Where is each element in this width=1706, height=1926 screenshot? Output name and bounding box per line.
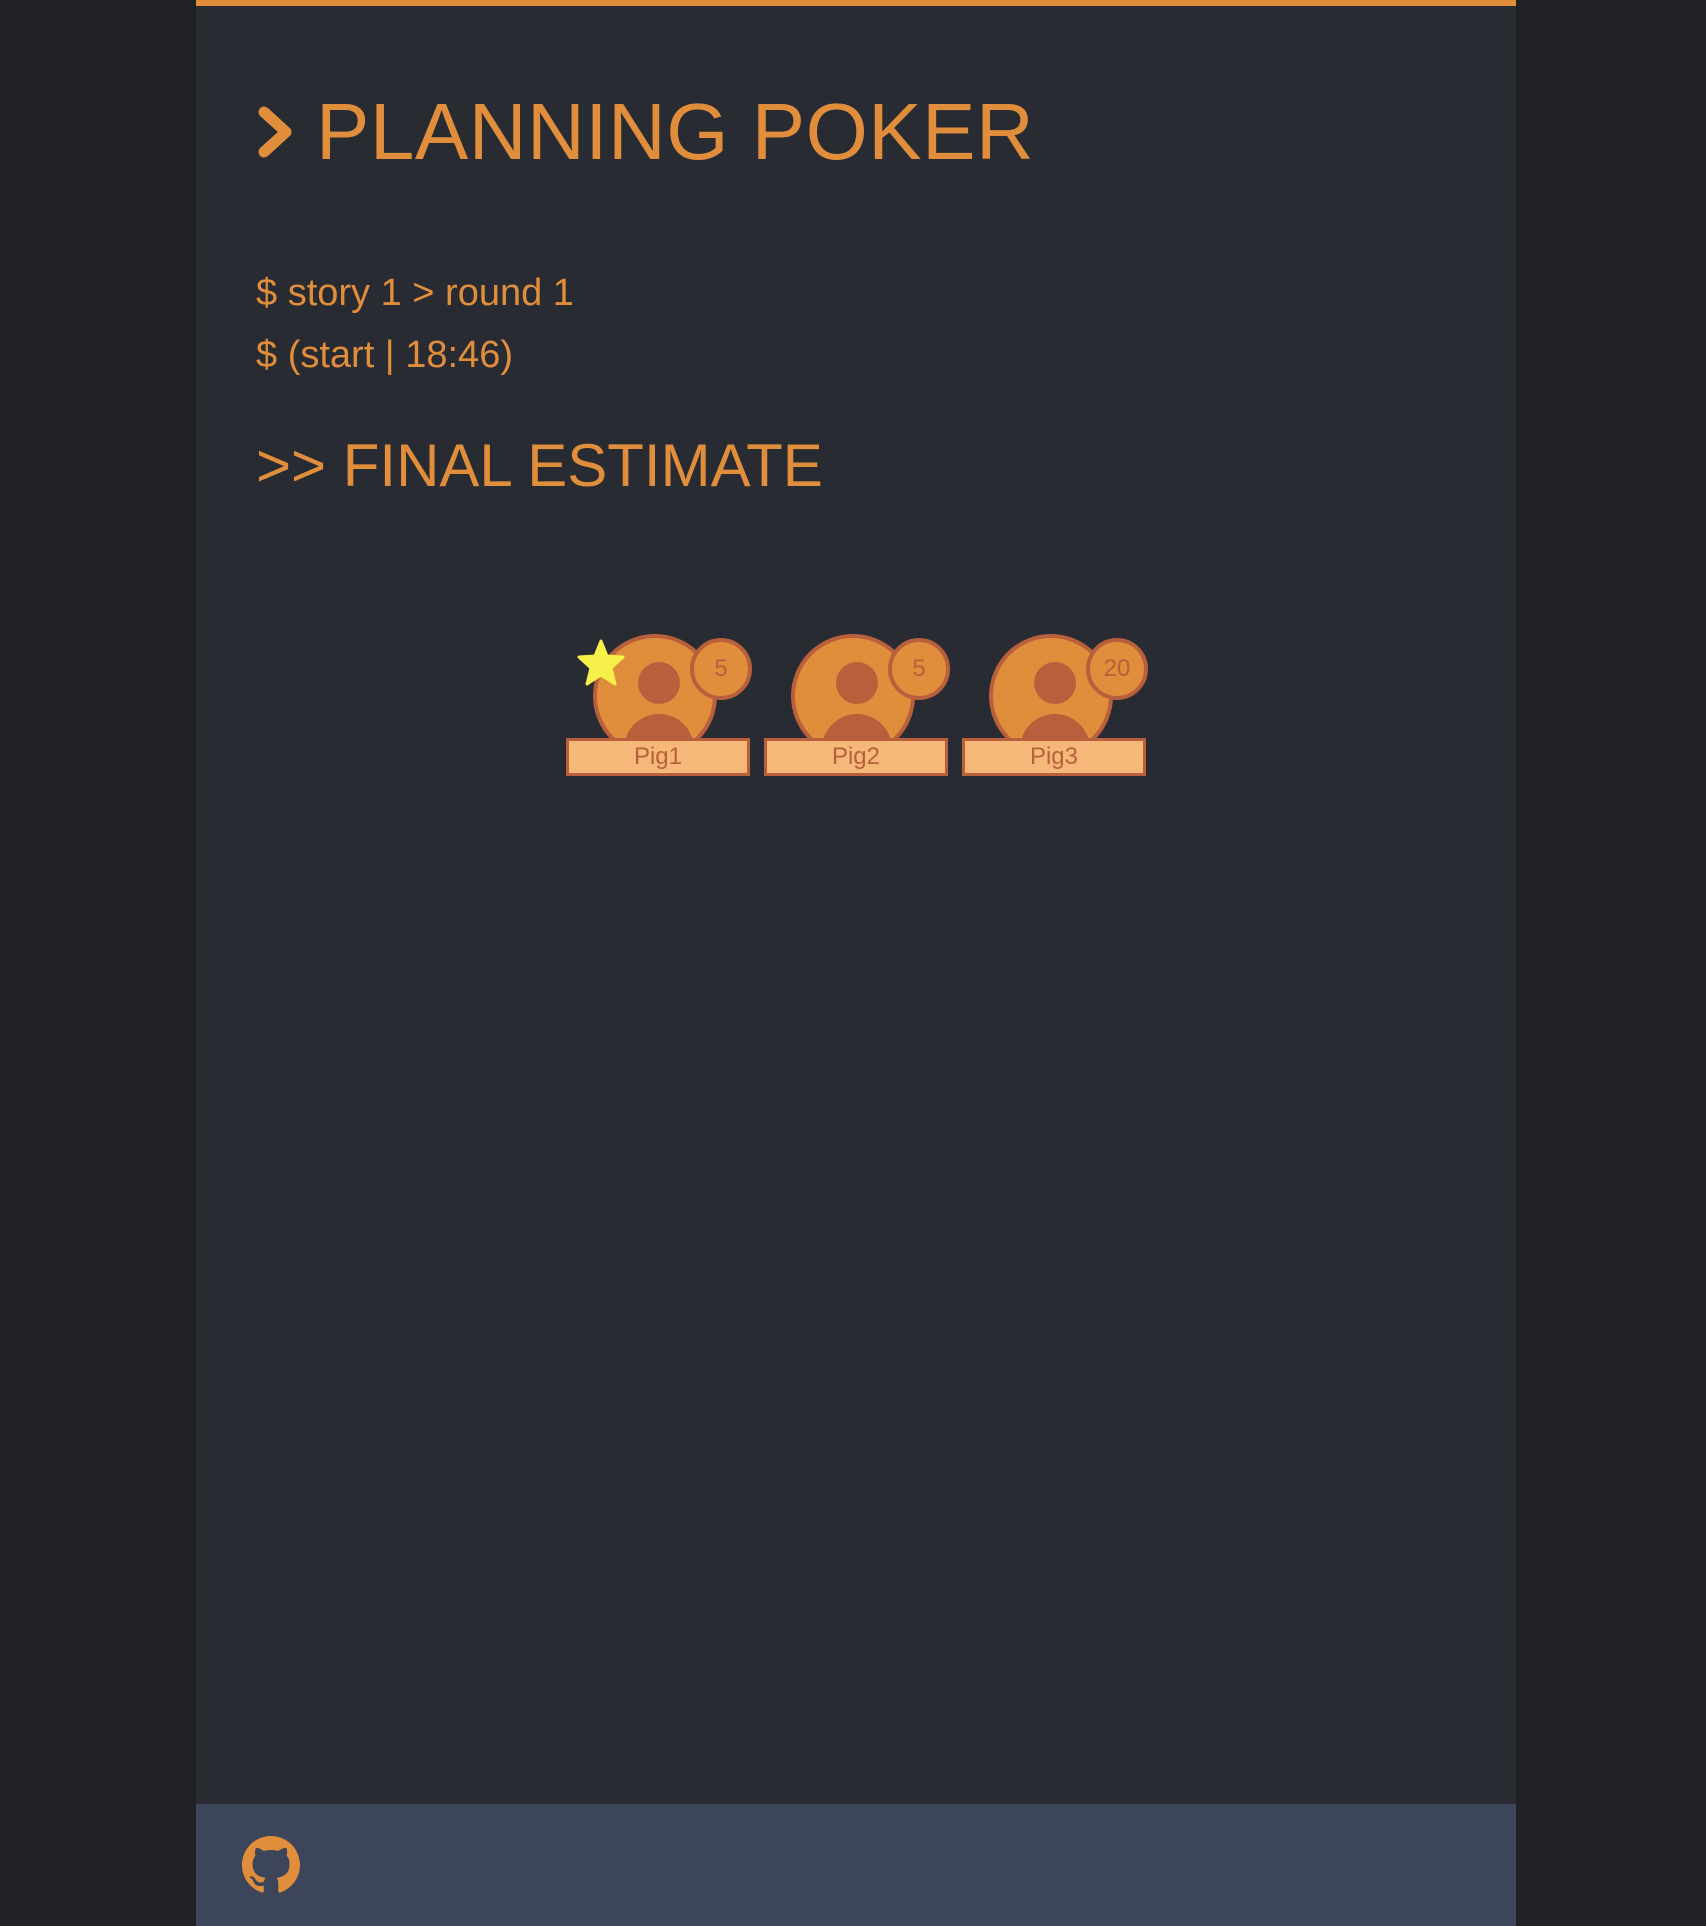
app-header: PLANNING POKER bbox=[256, 92, 1034, 172]
app-title: PLANNING POKER bbox=[316, 87, 1035, 176]
vote-badge: 5 bbox=[888, 638, 950, 700]
players-row: 5 Pig1 5 Pig2 20 Pig3 bbox=[566, 634, 1148, 776]
status-line: $ (start | 18:46) bbox=[256, 334, 513, 376]
main-panel: PLANNING POKER $ story 1 > round 1 $ (st… bbox=[196, 0, 1516, 1926]
github-icon[interactable] bbox=[242, 1836, 300, 1894]
chevron-right-icon bbox=[258, 106, 292, 158]
vote-badge: 5 bbox=[690, 638, 752, 700]
player-card: 20 Pig3 bbox=[962, 634, 1148, 776]
footer bbox=[196, 1804, 1516, 1926]
session-info: $ story 1 > round 1 $ (start | 18:46) bbox=[256, 262, 574, 386]
vote-badge: 20 bbox=[1086, 638, 1148, 700]
final-estimate-heading: >> FINAL ESTIMATE bbox=[256, 432, 823, 499]
player-card: 5 Pig2 bbox=[764, 634, 950, 776]
player-name: Pig3 bbox=[962, 738, 1146, 776]
player-card: 5 Pig1 bbox=[566, 634, 752, 776]
player-name: Pig2 bbox=[764, 738, 948, 776]
player-name: Pig1 bbox=[566, 738, 750, 776]
story-round-line: $ story 1 > round 1 bbox=[256, 272, 574, 314]
star-icon bbox=[577, 639, 625, 686]
